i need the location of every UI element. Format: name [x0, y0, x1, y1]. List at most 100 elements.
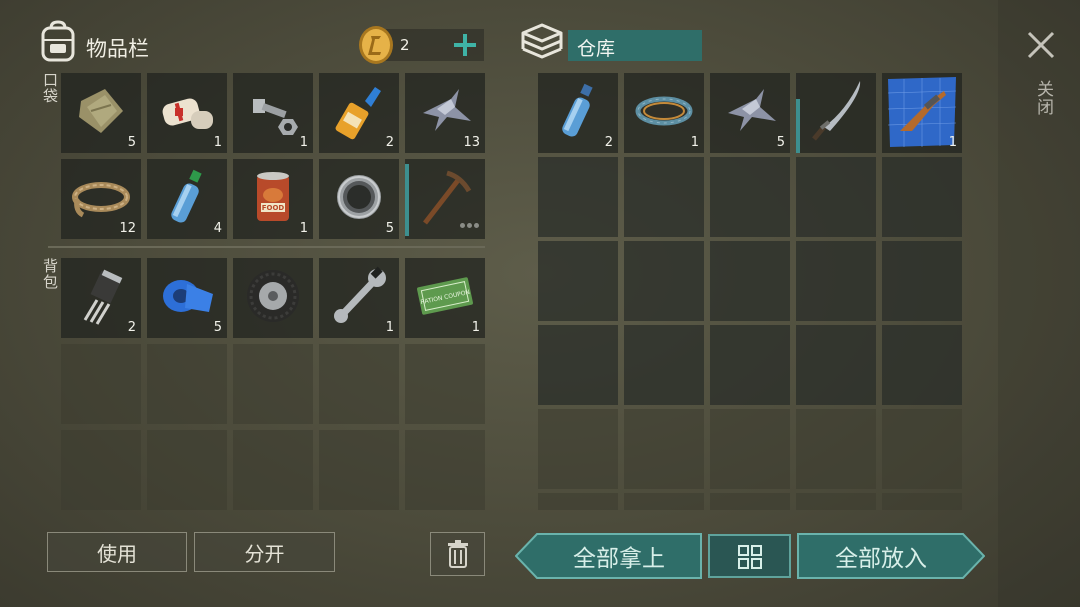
durability-fill	[796, 99, 800, 153]
ration-coupon-icon: RATION COUPON	[417, 277, 473, 315]
storage-slot-empty[interactable]	[882, 409, 962, 489]
storage-slot-empty[interactable]	[710, 157, 790, 237]
rope-icon	[72, 182, 130, 218]
use-button[interactable]: 使用	[47, 532, 187, 572]
item-quantity: 5	[385, 221, 394, 236]
storage-slot-empty[interactable]	[624, 409, 704, 489]
storage-slot-empty[interactable]	[624, 493, 704, 510]
item-quantity: 5	[213, 320, 222, 335]
storage-slot-empty[interactable]	[538, 493, 618, 510]
use-button-label: 使用	[97, 541, 137, 566]
pocket-slot-1[interactable]: 5	[61, 73, 141, 153]
storage-slot-1[interactable]: 2	[538, 73, 618, 153]
item-quantity: 5	[127, 135, 136, 150]
storage-slot-empty[interactable]	[538, 409, 618, 489]
take-all-button-label: 全部拿上	[573, 546, 665, 572]
backpack-slot-empty[interactable]	[147, 430, 227, 510]
storage-slot-empty[interactable]	[710, 325, 790, 405]
storage-slot-empty[interactable]	[882, 325, 962, 405]
backpack-slot-empty[interactable]	[147, 344, 227, 424]
glue-icon	[335, 87, 381, 140]
storage-icon	[519, 23, 565, 63]
pocket-slot-4[interactable]: 2	[319, 73, 399, 153]
backpack-slot-5[interactable]: RATION COUPON 1	[405, 258, 485, 338]
grid-icon	[738, 545, 762, 569]
storage-slot-5[interactable]: 1	[882, 73, 962, 153]
machete-icon	[812, 81, 861, 141]
item-quantity: 1	[213, 135, 222, 150]
storage-slot-empty[interactable]	[796, 409, 876, 489]
backpack-slot-4[interactable]: 1	[319, 258, 399, 338]
backpack-slot-empty[interactable]	[61, 430, 141, 510]
storage-slot-empty[interactable]	[624, 325, 704, 405]
storage-slot-empty[interactable]	[796, 325, 876, 405]
tire-icon	[247, 270, 299, 322]
item-quantity: 1	[948, 135, 957, 150]
storage-title: 仓库	[577, 38, 616, 60]
backpack-slot-empty[interactable]	[319, 430, 399, 510]
pocket-label: 口袋	[41, 72, 59, 104]
pocket-slot-7[interactable]: 4	[147, 159, 227, 239]
pocket-slot-9[interactable]: 5	[319, 159, 399, 239]
pocket-slot-10[interactable]	[405, 159, 485, 239]
put-all-button-label: 全部放入	[835, 546, 927, 572]
item-quantity: 2	[604, 135, 613, 150]
backpack-slot-empty[interactable]	[319, 344, 399, 424]
storage-slot-empty[interactable]	[796, 493, 876, 510]
bolt-nut-icon	[253, 99, 298, 135]
split-button[interactable]: 分开	[194, 532, 335, 572]
storage-slot-empty[interactable]	[710, 409, 790, 489]
backpack-slot-empty[interactable]	[233, 430, 313, 510]
water-bottle-icon	[562, 83, 593, 137]
grid-toggle-button[interactable]	[708, 534, 791, 578]
backpack-label: 背包	[41, 258, 59, 290]
backpack-slot-empty[interactable]	[405, 344, 485, 424]
put-all-button[interactable]: 全部放入	[798, 534, 964, 578]
bearing-icon	[337, 175, 381, 219]
split-button-label: 分开	[244, 541, 285, 566]
storage-slot-empty[interactable]	[538, 241, 618, 321]
backpack-slot-empty[interactable]	[405, 430, 485, 510]
more-options-icon[interactable]	[458, 213, 479, 232]
storage-slot-empty[interactable]	[882, 157, 962, 237]
storage-slot-2[interactable]: 1	[624, 73, 704, 153]
backpack-slot-1[interactable]: 2	[61, 258, 141, 338]
coin-count: 2	[400, 36, 410, 54]
pocket-slot-8[interactable]: FOOD 1	[233, 159, 313, 239]
storage-slot-empty[interactable]	[882, 241, 962, 321]
pocket-slot-5[interactable]: 13	[405, 73, 485, 153]
storage-slot-empty[interactable]	[538, 325, 618, 405]
storage-slot-4[interactable]	[796, 73, 876, 153]
storage-slot-empty[interactable]	[796, 157, 876, 237]
coin-icon	[357, 25, 395, 69]
can-label: FOOD	[262, 204, 285, 212]
pocket-slot-3[interactable]: 1	[233, 73, 313, 153]
trash-button[interactable]	[430, 532, 485, 576]
duct-tape-icon	[163, 280, 213, 312]
metal-scrap-icon	[423, 89, 471, 131]
storage-slot-empty[interactable]	[796, 241, 876, 321]
storage-slot-empty[interactable]	[624, 157, 704, 237]
storage-slot-3[interactable]: 5	[710, 73, 790, 153]
item-quantity: 1	[690, 135, 699, 150]
add-coins-button[interactable]	[452, 32, 478, 58]
take-all-button[interactable]: 全部拿上	[537, 534, 701, 578]
wrench-icon	[334, 266, 386, 323]
item-quantity: 2	[127, 320, 136, 335]
storage-slot-empty[interactable]	[710, 241, 790, 321]
canned-food-icon: FOOD	[257, 172, 289, 221]
storage-slot-empty[interactable]	[624, 241, 704, 321]
backpack-slot-3[interactable]	[233, 258, 313, 338]
pocket-slot-2[interactable]: 1	[147, 73, 227, 153]
storage-title-field[interactable]: 仓库	[568, 30, 702, 61]
storage-slot-empty[interactable]	[538, 157, 618, 237]
backpack-slot-empty[interactable]	[233, 344, 313, 424]
item-quantity: 1	[471, 320, 480, 335]
backpack-slot-empty[interactable]	[61, 344, 141, 424]
item-quantity: 5	[776, 135, 785, 150]
pocket-slot-6[interactable]: 12	[61, 159, 141, 239]
item-quantity: 13	[463, 135, 480, 150]
storage-slot-empty[interactable]	[710, 493, 790, 510]
storage-slot-empty[interactable]	[882, 493, 962, 510]
backpack-slot-2[interactable]: 5	[147, 258, 227, 338]
